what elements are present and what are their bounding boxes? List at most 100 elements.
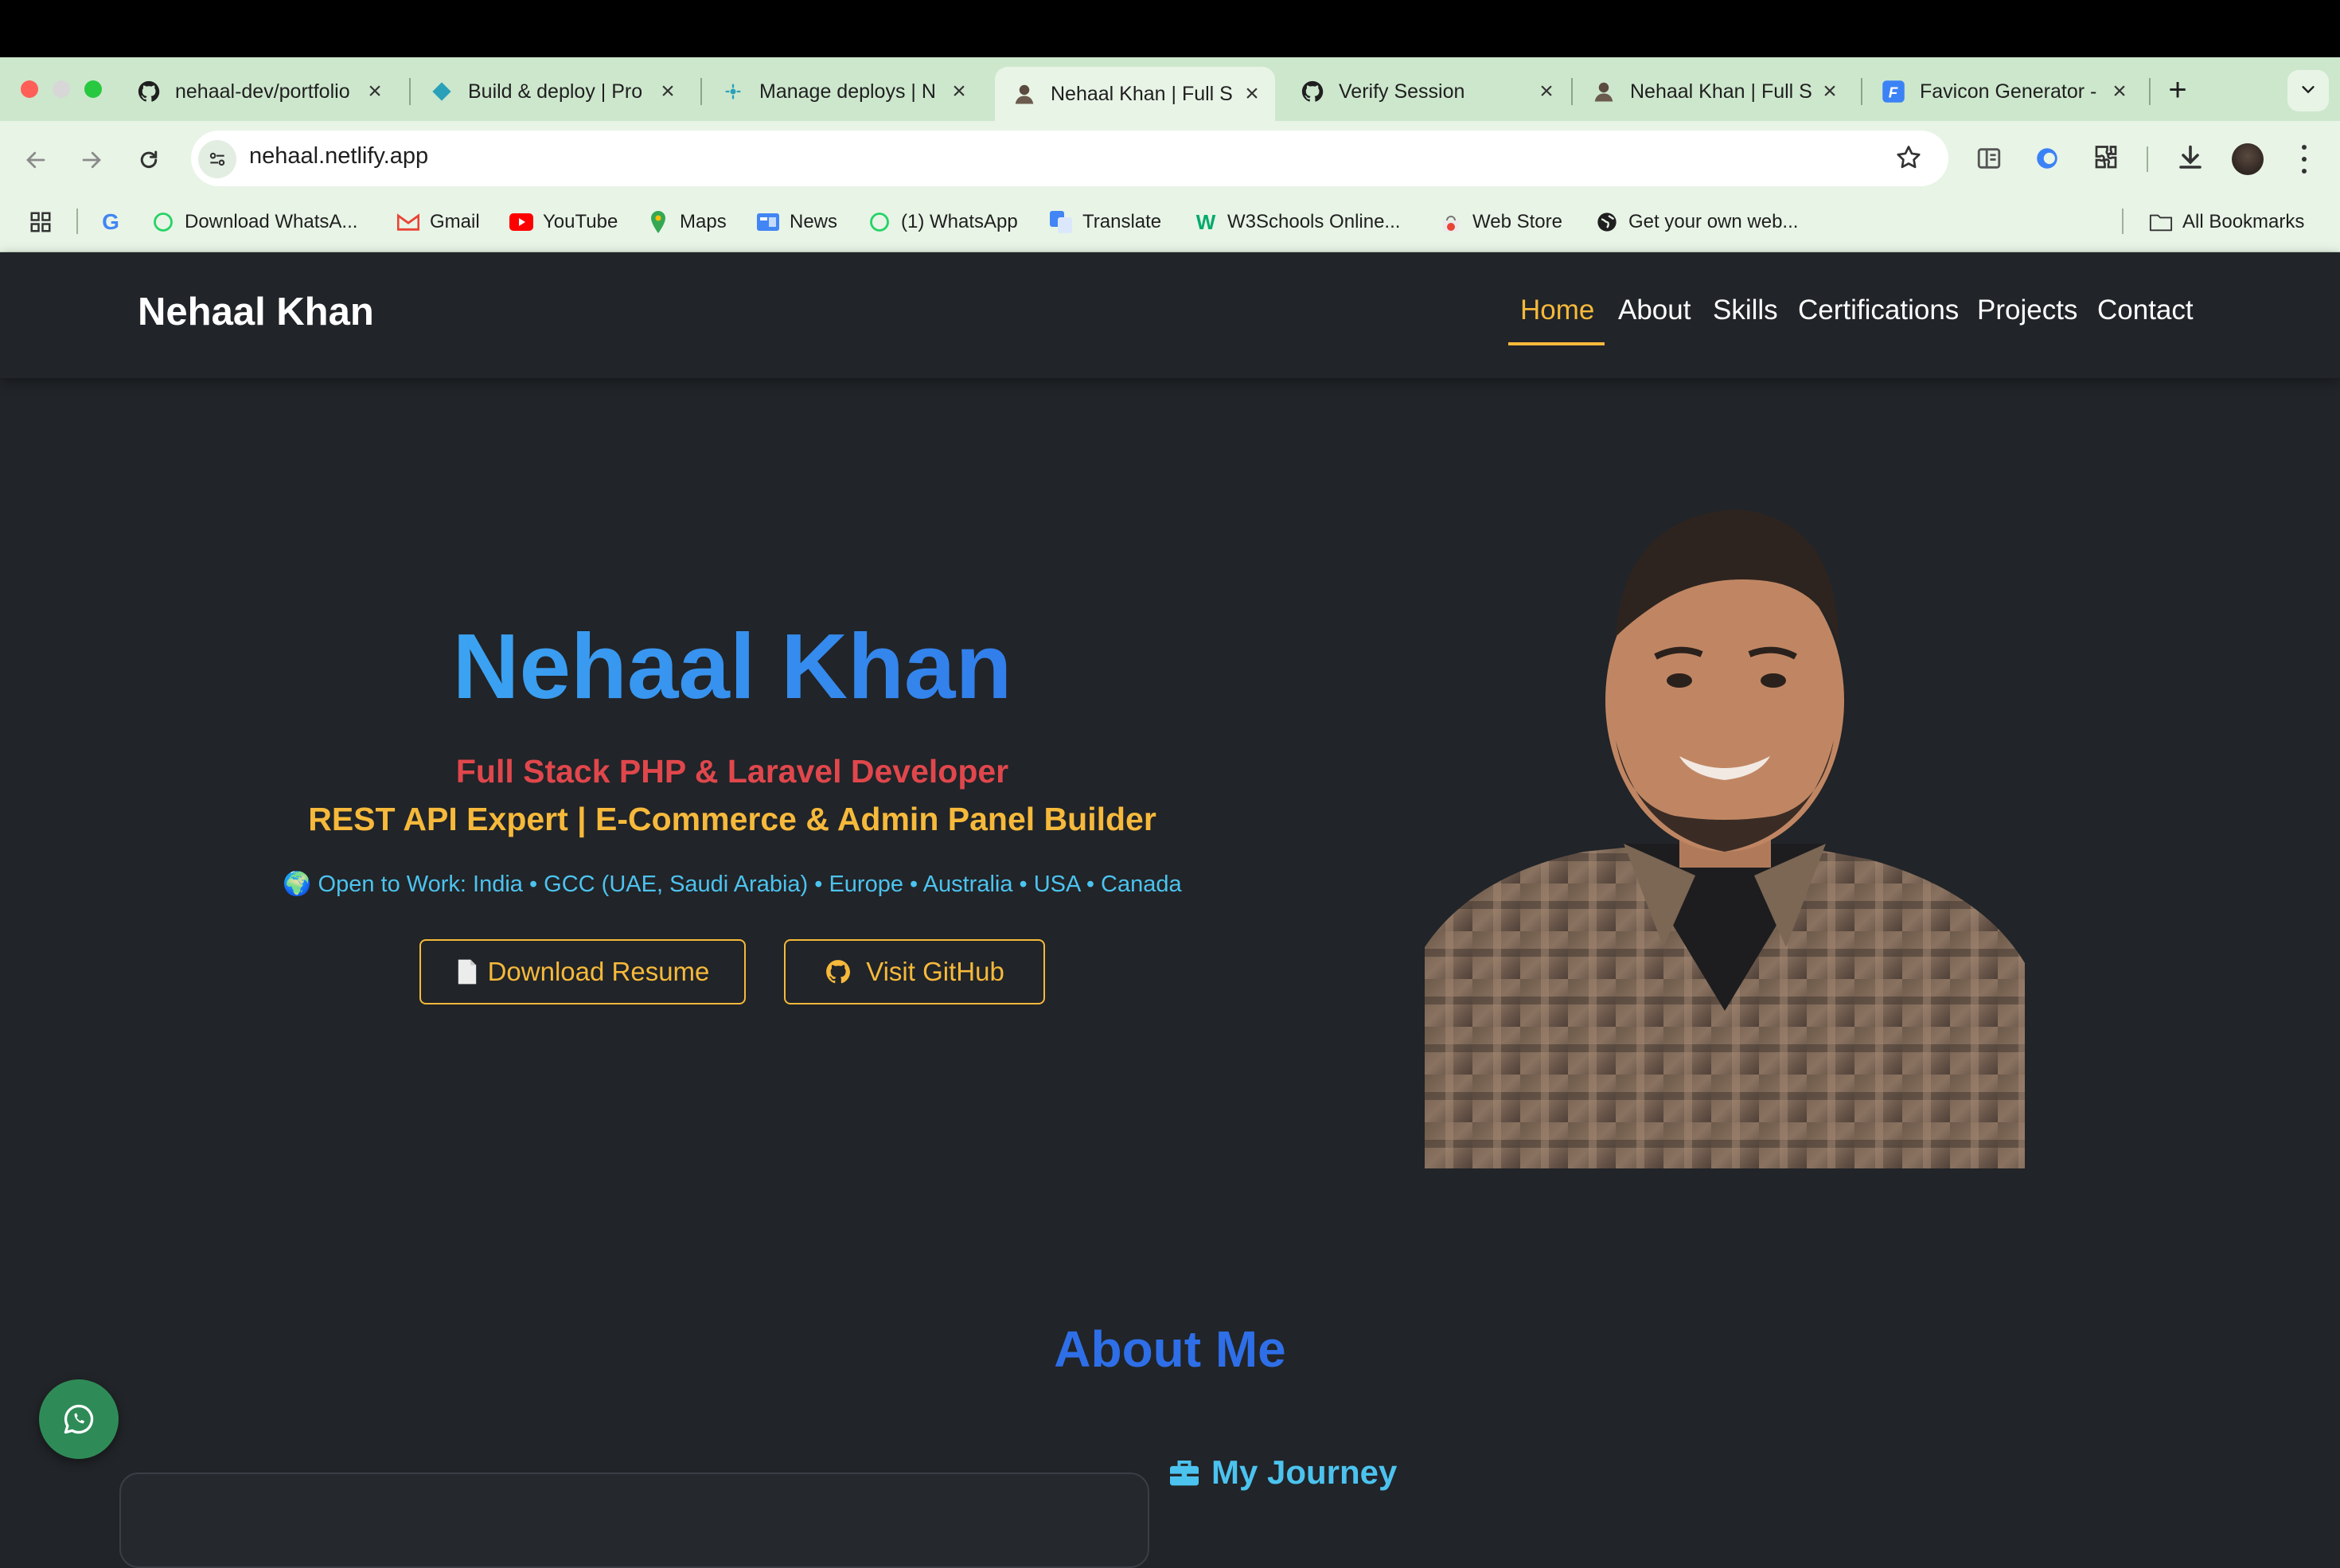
bookmark-gmail[interactable]: Gmail bbox=[396, 205, 480, 239]
bookmark-label: Translate bbox=[1082, 211, 1162, 232]
back-button[interactable] bbox=[16, 140, 56, 180]
close-tab-icon[interactable]: × bbox=[656, 78, 680, 105]
hero-subtitle: REST API Expert | E-Commerce & Admin Pan… bbox=[308, 801, 1156, 837]
tab-divider bbox=[409, 78, 411, 105]
tab-title: Nehaal Khan | Full S bbox=[1051, 82, 1233, 105]
close-window-button[interactable] bbox=[21, 80, 38, 98]
briefcase-icon bbox=[1168, 1458, 1200, 1487]
reading-list-icon[interactable] bbox=[1975, 145, 2003, 176]
bookmark-label: Maps bbox=[680, 211, 727, 232]
profile-photo bbox=[1425, 501, 2025, 1168]
bookmark-label: Download WhatsA... bbox=[185, 211, 358, 232]
toolbar-divider bbox=[2147, 146, 2148, 172]
apps-grid-icon[interactable] bbox=[29, 210, 53, 238]
menu-kebab-icon[interactable] bbox=[2292, 142, 2316, 177]
bookmark-label: Web Store bbox=[1472, 211, 1562, 232]
news-icon bbox=[756, 210, 780, 234]
whatsapp-icon bbox=[868, 210, 891, 234]
bookmark-download-whatsapp[interactable]: Download WhatsA... bbox=[151, 205, 357, 239]
maps-icon bbox=[646, 210, 670, 234]
github-icon bbox=[1301, 80, 1324, 103]
bookmark-youtube[interactable]: YouTube bbox=[509, 205, 618, 239]
reload-icon bbox=[140, 150, 158, 169]
tab-github-portfolio[interactable]: nehaal-dev/portfolio × bbox=[119, 67, 398, 116]
bookmark-whatsapp[interactable]: (1) WhatsApp bbox=[868, 205, 1018, 239]
bookmark-news[interactable]: News bbox=[756, 205, 837, 239]
svg-text:F: F bbox=[1889, 84, 1898, 101]
whatsapp-chat-button[interactable] bbox=[39, 1379, 119, 1459]
bookmark-web-store[interactable]: Web Store bbox=[1439, 205, 1562, 239]
visit-github-button[interactable]: Visit GitHub bbox=[784, 939, 1045, 1004]
tab-nehaal-portfolio-2[interactable]: Nehaal Khan | Full S × bbox=[1574, 67, 1853, 116]
bookmark-maps[interactable]: Maps bbox=[646, 205, 727, 239]
translate-icon bbox=[1049, 210, 1073, 234]
close-tab-icon[interactable]: × bbox=[363, 78, 387, 105]
whatsapp-icon bbox=[61, 1402, 96, 1437]
bookmark-get-your-own-web[interactable]: Get your own web... bbox=[1595, 205, 1798, 239]
site-brand[interactable]: Nehaal Khan bbox=[138, 290, 374, 334]
tab-divider bbox=[700, 78, 702, 105]
tab-nehaal-portfolio-active[interactable]: Nehaal Khan | Full S × bbox=[995, 67, 1275, 121]
avatar-icon bbox=[1012, 82, 1036, 106]
arrow-left-icon bbox=[26, 151, 45, 169]
bookmark-translate[interactable]: Translate bbox=[1049, 205, 1161, 239]
close-tab-icon[interactable]: × bbox=[947, 78, 971, 105]
document-icon bbox=[456, 958, 478, 985]
bookmark-w3schools[interactable]: W W3Schools Online... bbox=[1194, 205, 1401, 239]
favicon-generator-icon: F bbox=[1882, 80, 1905, 103]
gmail-icon bbox=[396, 210, 420, 234]
tab-search-button[interactable] bbox=[2287, 70, 2329, 111]
all-bookmarks-button[interactable]: All Bookmarks bbox=[2149, 205, 2304, 239]
github-icon bbox=[825, 958, 852, 985]
close-tab-icon[interactable]: × bbox=[1818, 78, 1842, 105]
tab-title: nehaal-dev/portfolio bbox=[175, 80, 350, 103]
nav-projects[interactable]: Projects bbox=[1977, 294, 2077, 326]
globe-icon bbox=[1595, 210, 1619, 234]
active-nav-indicator bbox=[1508, 342, 1605, 345]
address-bar[interactable] bbox=[191, 131, 1948, 186]
bookmark-label: All Bookmarks bbox=[2182, 211, 2305, 232]
close-tab-icon[interactable]: × bbox=[1240, 80, 1264, 107]
forward-button[interactable] bbox=[72, 140, 111, 180]
minimize-window-button[interactable] bbox=[53, 80, 70, 98]
nav-home[interactable]: Home bbox=[1520, 294, 1594, 326]
close-tab-icon[interactable]: × bbox=[1535, 78, 1558, 105]
extension-icon[interactable] bbox=[2034, 145, 2061, 176]
bookmark-label: Get your own web... bbox=[1628, 211, 1799, 232]
tab-verify-session[interactable]: Verify Session × bbox=[1283, 67, 1570, 116]
tab-title: Verify Session bbox=[1339, 80, 1465, 103]
download-icon[interactable] bbox=[2176, 143, 2205, 176]
github-icon bbox=[137, 80, 161, 103]
zoom-window-button[interactable] bbox=[84, 80, 102, 98]
nav-about[interactable]: About bbox=[1618, 294, 1691, 326]
bookmark-label: W3Schools Online... bbox=[1227, 211, 1401, 232]
bookmark-star-icon[interactable] bbox=[1894, 143, 1923, 176]
tab-favicon-generator[interactable]: F Favicon Generator - × bbox=[1864, 67, 2143, 116]
download-resume-button[interactable]: Download Resume bbox=[419, 939, 746, 1004]
site-info-icon[interactable] bbox=[198, 140, 236, 178]
bookmark-label: News bbox=[790, 211, 838, 232]
url-text: nehaal.netlify.app bbox=[249, 143, 429, 169]
tab-divider bbox=[2149, 78, 2151, 105]
tab-manage-deploys[interactable]: Manage deploys | N × bbox=[704, 67, 982, 116]
bookmarks-divider bbox=[76, 209, 78, 234]
tab-divider bbox=[1861, 78, 1862, 105]
new-tab-button[interactable]: + bbox=[2162, 72, 2194, 108]
reload-button[interactable] bbox=[129, 140, 169, 180]
menu-bar-area bbox=[0, 0, 2340, 57]
bookmark-google[interactable]: G bbox=[99, 205, 132, 239]
profile-avatar[interactable] bbox=[2232, 143, 2264, 175]
extensions-puzzle-icon[interactable] bbox=[2092, 143, 2120, 176]
my-journey-label: My Journey bbox=[1211, 1453, 1398, 1491]
bookmark-label: YouTube bbox=[543, 211, 618, 232]
nav-contact[interactable]: Contact bbox=[2097, 294, 2194, 326]
close-tab-icon[interactable]: × bbox=[2108, 78, 2131, 105]
nav-certifications[interactable]: Certifications bbox=[1798, 294, 1959, 326]
tab-build-deploy[interactable]: Build & deploy | Pro × bbox=[412, 67, 691, 116]
w3schools-icon: W bbox=[1195, 209, 1216, 234]
hero-name: Nehaal Khan bbox=[239, 613, 1226, 720]
about-section-title: About Me bbox=[1054, 1320, 1286, 1378]
nav-skills[interactable]: Skills bbox=[1713, 294, 1778, 326]
chevron-down-icon bbox=[2299, 80, 2317, 102]
tab-title: Manage deploys | N bbox=[759, 80, 936, 103]
